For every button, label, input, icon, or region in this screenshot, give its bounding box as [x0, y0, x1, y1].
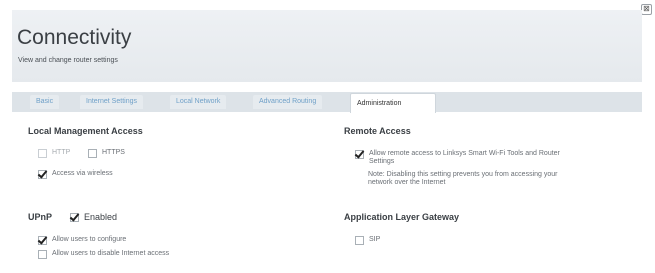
https-label: HTTPS	[102, 149, 125, 156]
close-icon[interactable]: ⊠	[641, 4, 652, 15]
http-option[interactable]: HTTP	[38, 149, 70, 158]
https-option[interactable]: HTTPS	[88, 149, 125, 158]
remote-access-option[interactable]: Allow remote access to Linksys Smart Wi-…	[355, 150, 560, 166]
http-checkbox[interactable]	[38, 149, 47, 158]
remote-access-label-line2: Settings	[369, 158, 395, 165]
upnp-title: UPnP	[28, 212, 53, 222]
tab-local-network[interactable]: Local Network	[170, 95, 227, 109]
remote-access-note-line1: Note: Disabling this setting prevents yo…	[368, 171, 558, 178]
remote-access-note-line2: network over the Internet	[368, 179, 446, 186]
allow-disable-internet-label: Allow users to disable Internet access	[52, 250, 170, 257]
tab-advanced-routing[interactable]: Advanced Routing	[253, 95, 323, 109]
allow-configure-label: Allow users to configure	[52, 236, 127, 243]
access-via-wireless-label: Access via wireless	[52, 170, 113, 177]
upnp-enabled-option[interactable]: Enabled	[70, 212, 117, 222]
local-management-title: Local Management Access	[28, 126, 143, 136]
upnp-enabled-label: Enabled	[84, 212, 118, 222]
remote-access-checkbox[interactable]	[355, 150, 364, 159]
sip-label: SIP	[369, 236, 381, 243]
upnp-enabled-checkbox[interactable]	[70, 213, 79, 222]
access-via-wireless-checkbox[interactable]	[38, 170, 47, 179]
remote-access-note: Note: Disabling this setting prevents yo…	[368, 171, 557, 187]
remote-access-label: Allow remote access to Linksys Smart Wi-…	[369, 150, 560, 166]
https-checkbox[interactable]	[88, 149, 97, 158]
tab-internet-settings[interactable]: Internet Settings	[80, 95, 143, 109]
remote-access-title: Remote Access	[344, 126, 411, 136]
access-via-wireless-option[interactable]: Access via wireless	[38, 170, 113, 179]
allow-disable-internet-checkbox[interactable]	[38, 250, 47, 259]
tab-administration[interactable]: Administration	[350, 93, 436, 113]
sip-checkbox[interactable]	[355, 236, 364, 245]
sip-option[interactable]: SIP	[355, 236, 380, 245]
tab-basic[interactable]: Basic	[30, 95, 60, 109]
http-label: HTTP	[52, 149, 71, 156]
page-title: Connectivity	[17, 26, 132, 49]
page-subtitle: View and change router settings	[18, 57, 118, 64]
allow-disable-internet-option[interactable]: Allow users to disable Internet access	[38, 250, 169, 259]
allow-configure-option[interactable]: Allow users to configure	[38, 236, 126, 245]
alg-title: Application Layer Gateway	[344, 212, 460, 222]
remote-access-label-line1: Allow remote access to Linksys Smart Wi-…	[369, 150, 560, 157]
allow-configure-checkbox[interactable]	[38, 236, 47, 245]
